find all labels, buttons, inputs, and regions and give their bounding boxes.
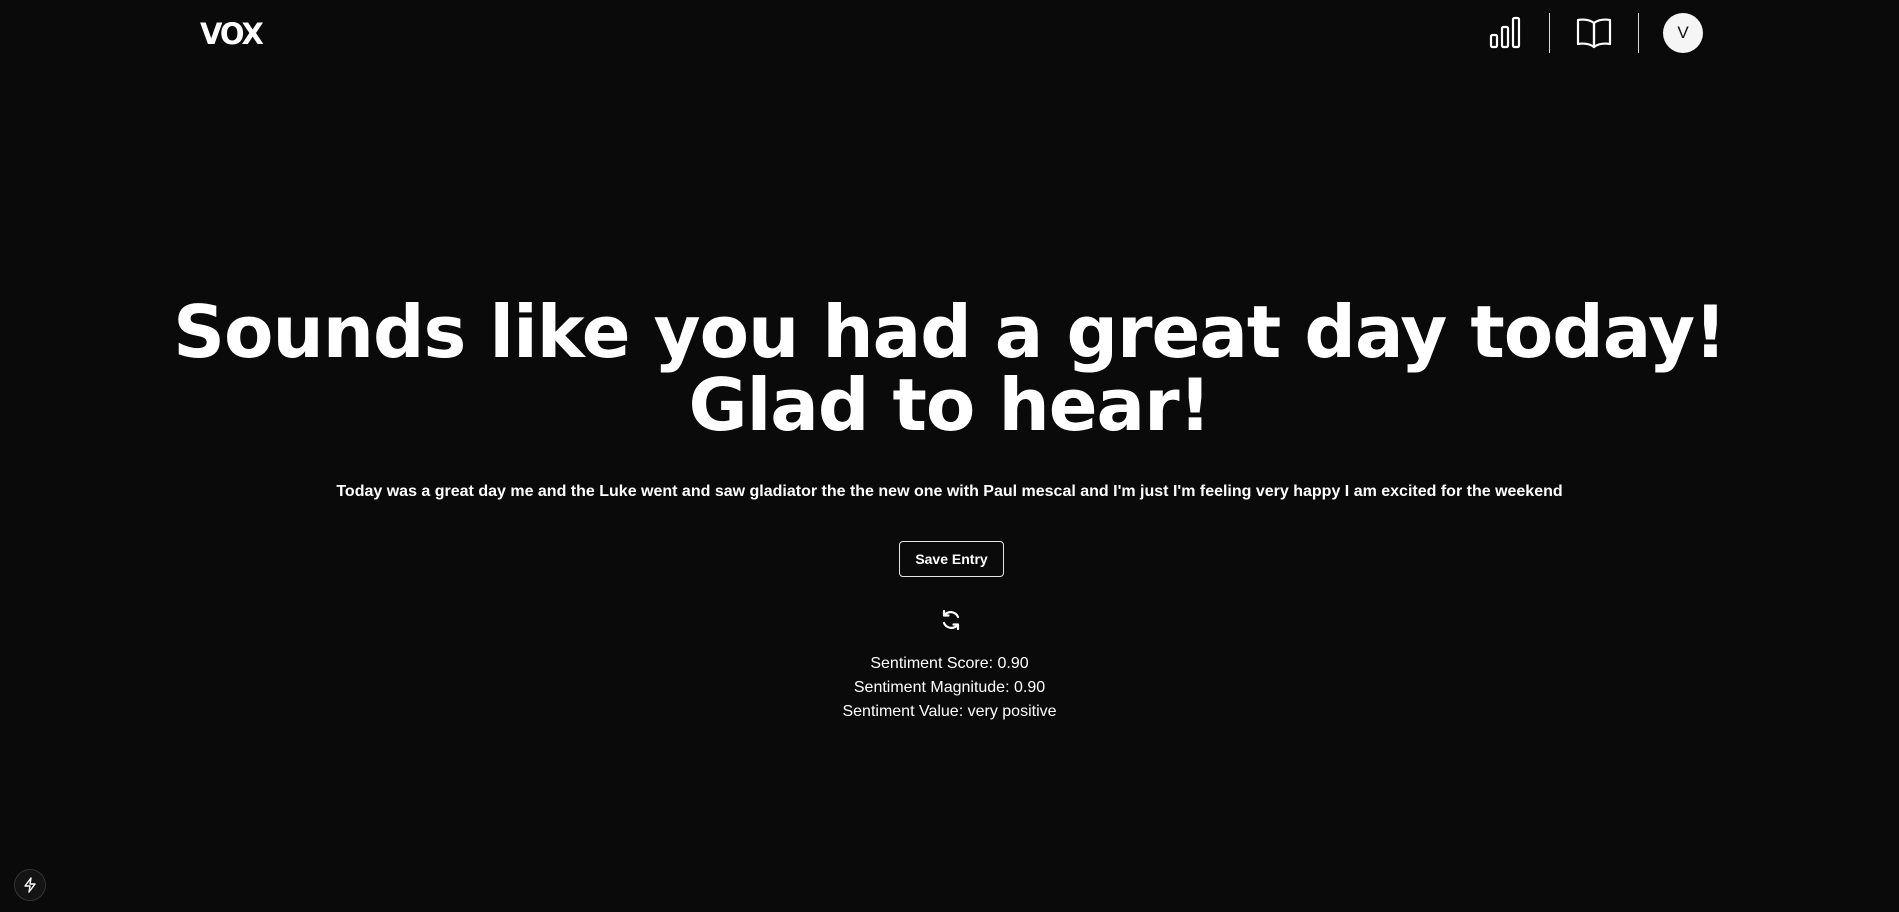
response-headline: Sounds like you had a great day today! G… — [173, 290, 1727, 447]
book-open-icon — [1576, 18, 1612, 49]
logo[interactable]: VOX — [200, 16, 264, 52]
entry-transcript: Today was a great day me and the Luke we… — [336, 483, 1563, 500]
sentiment-magnitude: Sentiment Magnitude: 0.90 — [853, 679, 1046, 696]
stats-nav-button[interactable] — [1485, 13, 1525, 53]
nav-divider — [1549, 13, 1550, 53]
lightning-icon — [24, 877, 36, 893]
page: VOX V Sounds like you had a great day to… — [0, 0, 1899, 912]
save-entry-button[interactable]: Save Entry — [899, 541, 1004, 577]
refresh-button[interactable] — [939, 608, 963, 632]
avatar[interactable]: V — [1663, 13, 1703, 53]
sentiment-value: Sentiment Value: very positive — [842, 703, 1057, 720]
nav-divider — [1638, 13, 1639, 53]
dev-indicator-button[interactable] — [14, 869, 46, 901]
sentiment-score: Sentiment Score: 0.90 — [870, 655, 1029, 672]
top-nav: V — [1485, 12, 1703, 54]
sentiment-results: Sentiment Score: 0.90 Sentiment Magnitud… — [0, 652, 1899, 724]
journal-nav-button[interactable] — [1574, 13, 1614, 53]
refresh-icon — [942, 609, 960, 631]
bar-chart-icon — [1489, 16, 1521, 49]
